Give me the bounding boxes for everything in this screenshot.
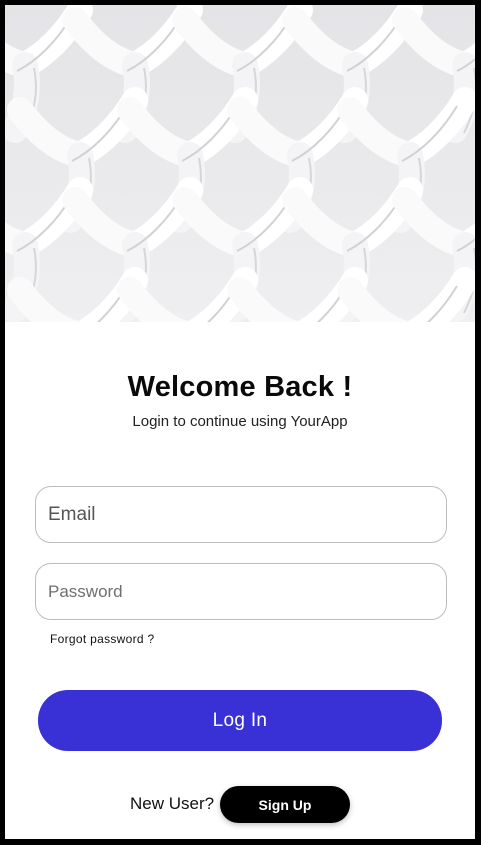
forgot-password-link[interactable]: Forgot password ?	[50, 632, 154, 646]
welcome-title: Welcome Back !	[127, 371, 353, 403]
email-field[interactable]	[35, 486, 447, 543]
email-input[interactable]	[36, 487, 446, 542]
login-screen: Welcome Back ! Login to continue using Y…	[5, 5, 475, 839]
password-input[interactable]	[36, 564, 446, 619]
login-button[interactable]: Log In	[38, 690, 442, 751]
signup-button[interactable]: Sign Up	[220, 786, 350, 823]
password-field[interactable]	[35, 563, 447, 620]
header-image	[5, 5, 475, 322]
new-user-label: New User?	[130, 794, 215, 813]
login-subtitle: Login to continue using YourApp	[132, 413, 348, 430]
woven-pattern-image	[5, 5, 475, 322]
